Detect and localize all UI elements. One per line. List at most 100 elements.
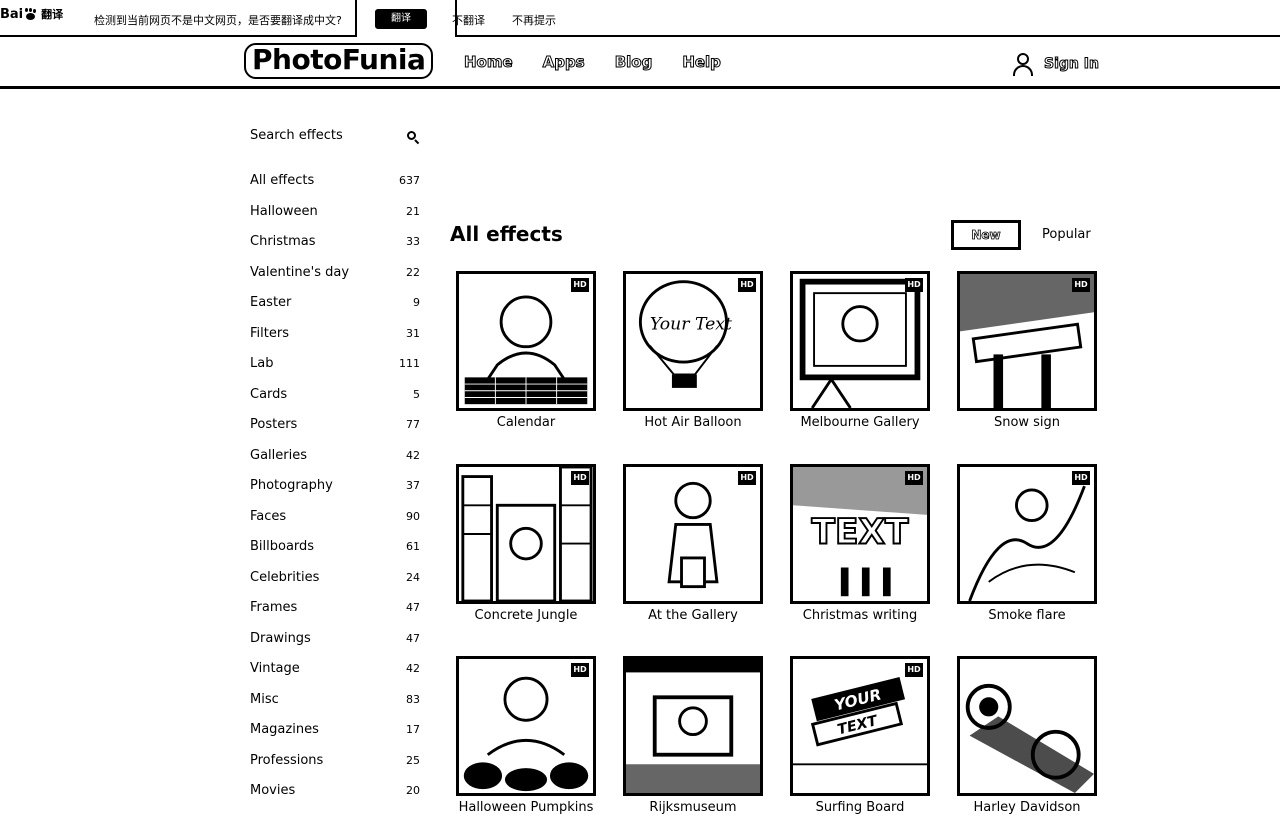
category-label: Celebrities xyxy=(250,569,320,585)
effect-card[interactable]: HD Smoke flare xyxy=(957,464,1097,623)
category-item[interactable]: Frames 47 xyxy=(250,599,420,630)
effect-card[interactable]: TEXT HD Christmas writing xyxy=(790,464,930,623)
category-item[interactable]: Valentine's day 22 xyxy=(250,264,420,295)
effect-card[interactable]: HD Concrete Jungle xyxy=(456,464,596,623)
category-label: Valentine's day xyxy=(250,264,350,280)
effect-thumbnail[interactable]: HD xyxy=(456,656,596,796)
category-label: Easter xyxy=(250,295,292,310)
hd-badge: HD xyxy=(738,278,756,292)
effect-title[interactable]: Calendar xyxy=(456,415,596,430)
category-item[interactable]: Vintage 42 xyxy=(250,660,420,691)
search-icon[interactable] xyxy=(406,130,420,145)
never-show-button[interactable]: 不再提示 xyxy=(512,12,556,28)
effect-title[interactable]: Smoke flare xyxy=(957,608,1097,623)
category-item[interactable]: Lab 111 xyxy=(250,355,420,386)
paw-icon xyxy=(24,8,38,20)
category-item[interactable]: Professions 25 xyxy=(250,752,420,783)
category-item[interactable]: Posters 77 xyxy=(250,416,420,447)
site-logo[interactable]: PhotoFunia xyxy=(244,43,434,79)
category-item[interactable]: All effects 637 xyxy=(250,172,420,203)
search-box xyxy=(250,128,420,152)
effect-title[interactable]: At the Gallery xyxy=(623,608,763,623)
hd-badge: HD xyxy=(1072,278,1090,292)
effect-card[interactable]: HD At the Gallery xyxy=(623,464,763,623)
category-label: Lab xyxy=(250,356,274,371)
effect-title[interactable]: Surfing Board xyxy=(790,800,930,815)
effect-thumbnail[interactable] xyxy=(957,656,1097,796)
effect-card[interactable]: HD Halloween Pumpkins xyxy=(456,656,596,815)
category-count: 25 xyxy=(406,753,420,767)
effect-thumbnail[interactable]: Your Text HD xyxy=(623,271,763,411)
effect-thumbnail[interactable]: YOUR TEXT HD xyxy=(790,656,930,796)
effect-thumbnail[interactable]: HD xyxy=(456,464,596,604)
nav-home[interactable]: Home xyxy=(464,53,514,72)
category-item[interactable]: Movies 20 xyxy=(250,782,420,813)
category-item[interactable]: Photography 37 xyxy=(250,477,420,508)
effect-title[interactable]: Rijksmuseum xyxy=(623,800,763,815)
effect-card[interactable]: HD Melbourne Gallery xyxy=(790,271,930,430)
sign-in-link[interactable]: Sign In xyxy=(1012,51,1099,77)
nav-apps[interactable]: Apps xyxy=(542,53,585,72)
effect-thumbnail[interactable]: HD xyxy=(957,271,1097,411)
category-item[interactable]: Easter 9 xyxy=(250,294,420,325)
category-count: 37 xyxy=(406,479,420,492)
effect-card[interactable]: HD Calendar xyxy=(456,271,596,430)
category-item[interactable]: Faces 90 xyxy=(250,508,420,539)
category-count: 9 xyxy=(413,296,420,309)
translate-button[interactable]: 翻译 xyxy=(375,9,427,29)
effect-card[interactable]: Your Text HD Hot Air Balloon xyxy=(623,271,763,430)
category-item[interactable]: Filters 31 xyxy=(250,325,420,356)
category-item[interactable]: Misc 83 xyxy=(250,691,420,722)
category-count: 47 xyxy=(406,601,420,614)
search-input[interactable] xyxy=(250,128,400,143)
category-count: 637 xyxy=(399,174,420,187)
effect-thumbnail[interactable] xyxy=(623,656,763,796)
translate-message: 检测到当前网页不是中文网页，是否要翻译成中文? xyxy=(94,14,342,27)
effect-card[interactable]: Harley Davidson xyxy=(957,656,1097,815)
effect-title[interactable]: Halloween Pumpkins xyxy=(456,800,596,815)
category-item[interactable]: Celebrities 24 xyxy=(250,569,420,600)
effect-thumbnail[interactable]: TEXT HD xyxy=(790,464,930,604)
effect-title[interactable]: Melbourne Gallery xyxy=(790,415,930,430)
category-label: All effects xyxy=(250,173,315,188)
category-count: 42 xyxy=(406,448,420,462)
effect-thumbnail[interactable]: HD xyxy=(456,271,596,411)
category-item[interactable]: Magazines 17 xyxy=(250,721,420,752)
baidu-logo: Bai 翻译 xyxy=(0,6,63,22)
category-item[interactable]: Drawings 47 xyxy=(250,630,420,661)
effect-title[interactable]: Hot Air Balloon xyxy=(623,415,763,430)
category-item[interactable]: Halloween 21 xyxy=(250,203,420,234)
page-title: All effects xyxy=(450,222,563,246)
hd-badge: HD xyxy=(905,471,923,485)
effect-title[interactable]: Snow sign xyxy=(957,415,1097,430)
hd-badge: HD xyxy=(571,471,589,485)
category-count: 42 xyxy=(406,662,420,675)
effect-thumbnail[interactable]: HD xyxy=(957,464,1097,604)
nav-blog[interactable]: Blog xyxy=(614,53,653,72)
category-label: Misc xyxy=(250,691,279,707)
nav-help[interactable]: Help xyxy=(682,53,722,72)
category-count: 21 xyxy=(406,204,420,218)
effect-card[interactable]: YOUR TEXT HD Surfing Board xyxy=(790,656,930,815)
effect-thumbnail[interactable]: HD xyxy=(623,464,763,604)
no-translate-button[interactable]: 不翻译 xyxy=(452,12,485,28)
category-count: 90 xyxy=(406,509,420,523)
hd-badge: HD xyxy=(1072,471,1090,485)
hd-badge: HD xyxy=(571,663,589,677)
category-count: 61 xyxy=(406,540,420,553)
sort-new-button[interactable]: New xyxy=(951,220,1021,250)
sort-popular-button[interactable]: Popular xyxy=(1042,227,1091,242)
category-label: Filters xyxy=(250,325,289,341)
effect-card[interactable]: Rijksmuseum xyxy=(623,656,763,815)
category-item[interactable]: Billboards 61 xyxy=(250,538,420,569)
effect-title[interactable]: Harley Davidson xyxy=(957,800,1097,815)
effect-thumbnail[interactable]: HD xyxy=(790,271,930,411)
sign-in-label: Sign In xyxy=(1044,56,1100,73)
effect-title[interactable]: Christmas writing xyxy=(790,608,930,623)
category-item[interactable]: Galleries 42 xyxy=(250,447,420,478)
category-label: Christmas xyxy=(250,234,316,249)
category-item[interactable]: Cards 5 xyxy=(250,386,420,417)
effect-card[interactable]: HD Snow sign xyxy=(957,271,1097,430)
category-item[interactable]: Christmas 33 xyxy=(250,233,420,264)
effect-title[interactable]: Concrete Jungle xyxy=(456,608,596,623)
